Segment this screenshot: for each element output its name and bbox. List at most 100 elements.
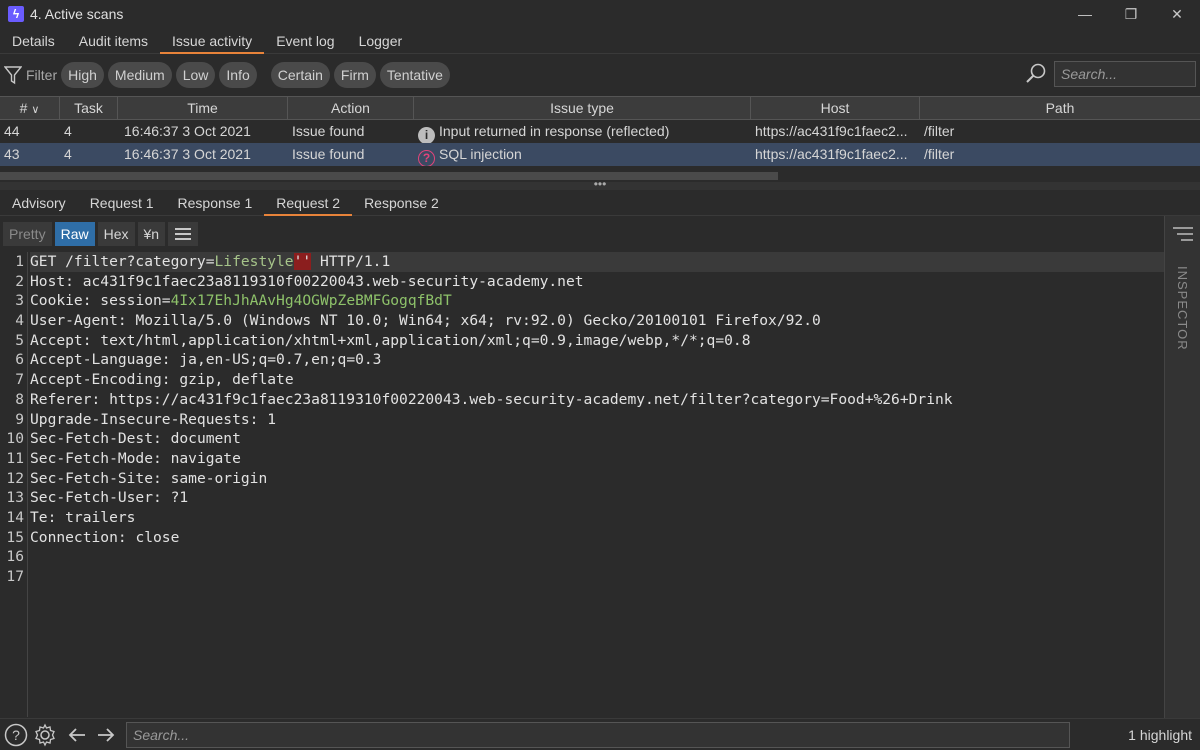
row-action: Issue found [292,123,365,139]
header-line: Cookie: session=4Ix17EhJhAAvHg4OGWpZeBMF… [30,292,452,310]
tab-request-1[interactable]: Request 1 [78,190,166,216]
tab-details[interactable]: Details [0,28,67,54]
tab-response-1[interactable]: Response 1 [166,190,265,216]
request-code[interactable]: GET /filter?category=Lifestyle'' HTTP/1.… [30,252,1164,587]
highlight-count: 1 highlight [1128,727,1192,743]
inspector-label[interactable]: INSPECTOR [1175,266,1190,351]
line-number: 13 [6,489,24,507]
search-icon[interactable] [1024,62,1048,86]
editor-menu-icon[interactable] [168,222,199,246]
filter-info[interactable]: Info [219,62,257,88]
row-host: https://ac431f9c1faec2... [755,123,908,139]
scan-tabs: Details Audit items Issue activity Event… [0,28,1200,54]
line-number: 8 [15,390,24,408]
line-number: 10 [6,430,24,448]
table-header: # ∨ Task Time Action Issue type Host Pat… [0,96,1200,120]
header-line: Sec-Fetch-Mode: navigate [30,449,241,467]
tab-event-log[interactable]: Event log [264,28,346,54]
pane-splitter[interactable]: ••• [0,178,1200,190]
bottom-bar: ? Search... 1 highlight [0,718,1200,750]
header-line: Te: trailers [30,508,136,526]
empty-line [30,547,1164,567]
category-param-value: Lifestyle [214,253,294,270]
table-row[interactable]: 44 4 16:46:37 3 Oct 2021 Issue found i In… [0,120,1200,143]
row-issue-type: ? SQL injection [414,143,751,166]
row-host: https://ac431f9c1faec2... [755,146,908,162]
title-bar: ϟ 4. Active scans — ❐ ✕ [0,0,1200,28]
svg-text:?: ? [12,727,20,743]
tab-audit-items[interactable]: Audit items [67,28,160,54]
col-issue-type[interactable]: Issue type [414,97,751,119]
col-action[interactable]: Action [288,97,414,119]
header-line: User-Agent: Mozilla/5.0 (Windows NT 10.0… [30,312,821,330]
line-number: 4 [15,312,24,330]
issue-table: # ∨ Task Time Action Issue type Host Pat… [0,96,1200,182]
line-number: 17 [6,568,24,585]
header-line: Connection: close [30,528,180,546]
filter-medium[interactable]: Medium [107,62,172,88]
hex-button[interactable]: Hex [97,222,135,246]
window-title: 4. Active scans [30,6,124,22]
editor-toolbar: Pretty Raw Hex ¥n [0,219,1164,249]
tab-request-2[interactable]: Request 2 [264,190,352,216]
question-icon: ? [418,150,435,166]
issue-search-input[interactable]: Search... [1054,61,1196,87]
col-path[interactable]: Path [920,97,1200,119]
close-button[interactable]: ✕ [1154,0,1200,28]
settings-gear-icon[interactable] [32,722,58,748]
header-line: Host: ac431f9c1faec23a8119310f00220043.w… [30,272,584,290]
col-number[interactable]: # ∨ [0,97,60,119]
row-time: 16:46:37 3 Oct 2021 [124,146,251,162]
inspector-menu-icon[interactable] [1173,226,1193,242]
restore-button[interactable]: ❐ [1108,0,1154,28]
line-number: 14 [6,508,24,526]
filter-low[interactable]: Low [175,62,216,88]
next-arrow-icon[interactable] [93,722,119,748]
header-line: Referer: https://ac431f9c1faec23a8119310… [30,390,953,408]
previous-arrow-icon[interactable] [64,722,90,748]
tab-issue-activity[interactable]: Issue activity [160,28,265,54]
injection-highlight: '' [293,253,312,270]
header-line: Sec-Fetch-Site: same-origin [30,469,268,487]
pretty-button[interactable]: Pretty [3,222,52,246]
inspector-panel[interactable]: INSPECTOR [1164,216,1200,718]
row-number: 43 [4,146,20,162]
col-host[interactable]: Host [751,97,920,119]
filter-bar: Filter High Medium Low Info Certain Firm… [0,56,1200,94]
minimize-button[interactable]: — [1062,0,1108,28]
filter-tentative[interactable]: Tentative [379,62,450,88]
row-issue-type: i Input returned in response (reflected) [414,120,751,143]
raw-button[interactable]: Raw [54,222,95,246]
header-line: Upgrade-Insecure-Requests: 1 [30,410,277,428]
line-number: 16 [6,548,24,566]
row-action: Issue found [292,146,365,162]
scrollbar-thumb[interactable] [0,172,778,180]
row-task: 4 [64,123,72,139]
header-line: Accept: text/html,application/xhtml+xml,… [30,331,751,349]
filter-icon[interactable] [4,64,22,86]
editor-search-input[interactable]: Search... [126,722,1070,748]
request-line: GET /filter?category=Lifestyle'' HTTP/1.… [30,252,1164,272]
line-number-gutter: 1 2 3 4 5 6 7 8 9 10 11 12 13 14 15 16 1… [0,252,28,717]
request-editor[interactable]: 1 2 3 4 5 6 7 8 9 10 11 12 13 14 15 16 1… [0,252,1164,717]
line-number: 12 [6,469,24,487]
session-cookie-value: 4Ix17EhJhAAvHg4OGWpZeBMFGogqfBdT [170,292,452,310]
info-icon: i [418,127,435,143]
filter-firm[interactable]: Firm [333,62,376,88]
tab-response-2[interactable]: Response 2 [352,190,451,216]
filter-label: Filter [26,67,58,83]
tab-advisory[interactable]: Advisory [0,190,78,216]
empty-line [30,567,1164,587]
filter-certain[interactable]: Certain [270,62,330,88]
table-row-selected[interactable]: 43 4 16:46:37 3 Oct 2021 Issue found ? SQ… [0,143,1200,166]
header-line: Accept-Language: ja,en-US;q=0.7,en;q=0.3 [30,351,382,369]
row-path: /filter [924,123,955,139]
line-number: 7 [15,371,24,389]
tab-logger[interactable]: Logger [347,28,415,54]
col-task[interactable]: Task [60,97,118,119]
col-time[interactable]: Time [118,97,288,119]
help-icon[interactable]: ? [3,722,29,748]
newline-toggle-button[interactable]: ¥n [137,222,166,246]
filter-high[interactable]: High [61,62,104,88]
header-line: Sec-Fetch-Dest: document [30,430,241,448]
